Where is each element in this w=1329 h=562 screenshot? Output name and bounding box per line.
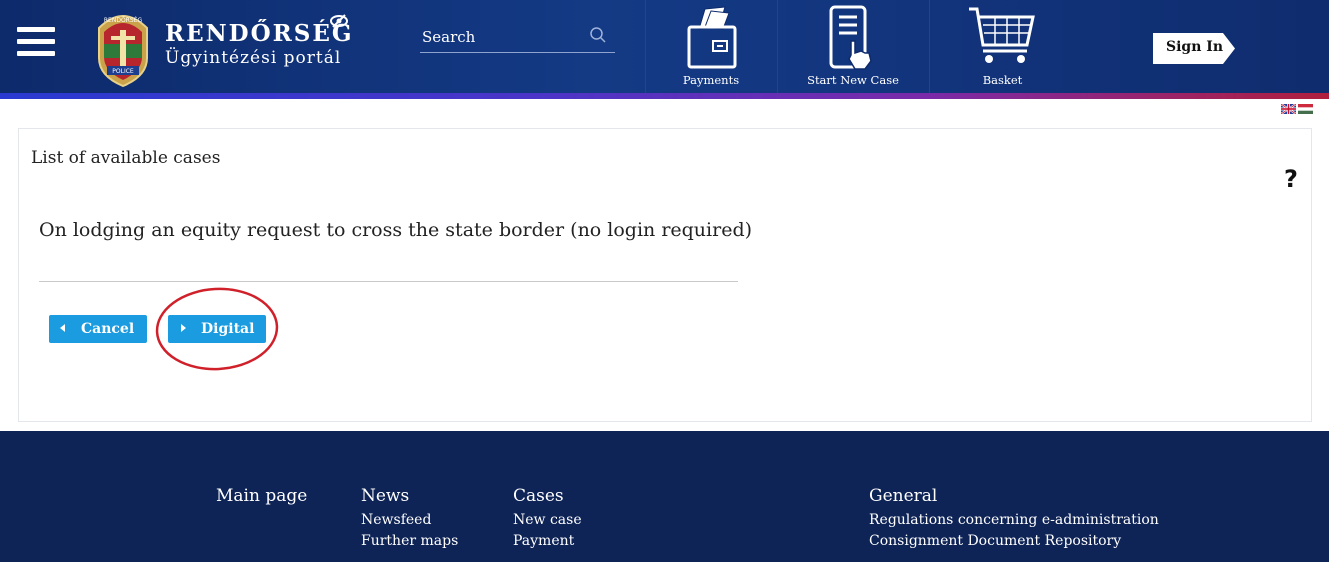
- hungarian-flag-icon[interactable]: [1298, 104, 1313, 114]
- nav-basket-label: Basket: [982, 73, 1023, 87]
- brand-subtitle: Ügyintézési portál: [165, 48, 342, 68]
- footer-general-heading: General: [869, 486, 938, 506]
- top-header: POLICE RENDŐRSÉG RENDŐRSÉG Ügyintézési p…: [0, 0, 1329, 93]
- case-description: On lodging an equity request to cross th…: [39, 219, 753, 241]
- cancel-button[interactable]: Cancel: [49, 315, 147, 343]
- red-highlight-circle: [155, 287, 279, 371]
- brand-title: RENDŐRSÉG: [165, 20, 354, 47]
- help-icon[interactable]: ?: [1284, 165, 1298, 193]
- cancel-button-label: Cancel: [81, 321, 135, 337]
- sign-in-label: Sign In: [1166, 39, 1223, 55]
- footer-link-further-maps[interactable]: Further maps: [361, 531, 458, 552]
- svg-text:POLICE: POLICE: [112, 68, 134, 75]
- start-case-icon: [829, 5, 872, 70]
- nav-payments-label: Payments: [682, 73, 740, 87]
- menu-icon[interactable]: [17, 27, 55, 63]
- police-crest-logo[interactable]: POLICE RENDŐRSÉG: [93, 10, 153, 88]
- footer-link-new-case[interactable]: New case: [513, 510, 582, 531]
- nav-start-new-case[interactable]: Start New Case: [777, 0, 928, 93]
- footer-col-news: News Newsfeed Further maps: [361, 486, 458, 552]
- divider: [39, 281, 738, 282]
- page-title: List of available cases: [31, 148, 221, 168]
- wallet-icon: [687, 6, 737, 69]
- hide-eye-icon[interactable]: [330, 14, 348, 28]
- search-icon[interactable]: [589, 26, 607, 44]
- search-box: [420, 20, 615, 53]
- nav-payments[interactable]: Payments: [645, 0, 776, 93]
- header-accent-stripe: [0, 93, 1329, 99]
- footer-col-cases: Cases New case Payment: [513, 486, 582, 552]
- cases-panel: List of available cases ? On lodging an …: [18, 128, 1312, 422]
- footer-link-payment[interactable]: Payment: [513, 531, 582, 552]
- footer-main-page-link[interactable]: Main page: [216, 486, 307, 506]
- search-input[interactable]: [420, 24, 584, 50]
- svg-text:RENDŐRSÉG: RENDŐRSÉG: [104, 16, 143, 24]
- footer-news-heading: News: [361, 486, 410, 506]
- footer-link-regulations[interactable]: Regulations concerning e-administration: [869, 510, 1159, 531]
- sign-in-button[interactable]: Sign In: [1153, 33, 1235, 64]
- footer-cases-heading: Cases: [513, 486, 564, 506]
- footer-col-main: Main page: [216, 486, 307, 506]
- nav-start-new-case-label: Start New Case: [807, 73, 899, 87]
- footer-link-newsfeed[interactable]: Newsfeed: [361, 510, 458, 531]
- footer-link-consignment[interactable]: Consignment Document Repository: [869, 531, 1159, 552]
- nav-basket[interactable]: Basket: [929, 0, 1075, 93]
- basket-icon: [968, 7, 1035, 63]
- english-flag-icon[interactable]: [1281, 104, 1296, 114]
- footer-col-general: General Regulations concerning e-adminis…: [869, 486, 1159, 552]
- footer: Main page News Newsfeed Further maps Cas…: [0, 431, 1329, 562]
- chevron-left-icon: [60, 324, 65, 332]
